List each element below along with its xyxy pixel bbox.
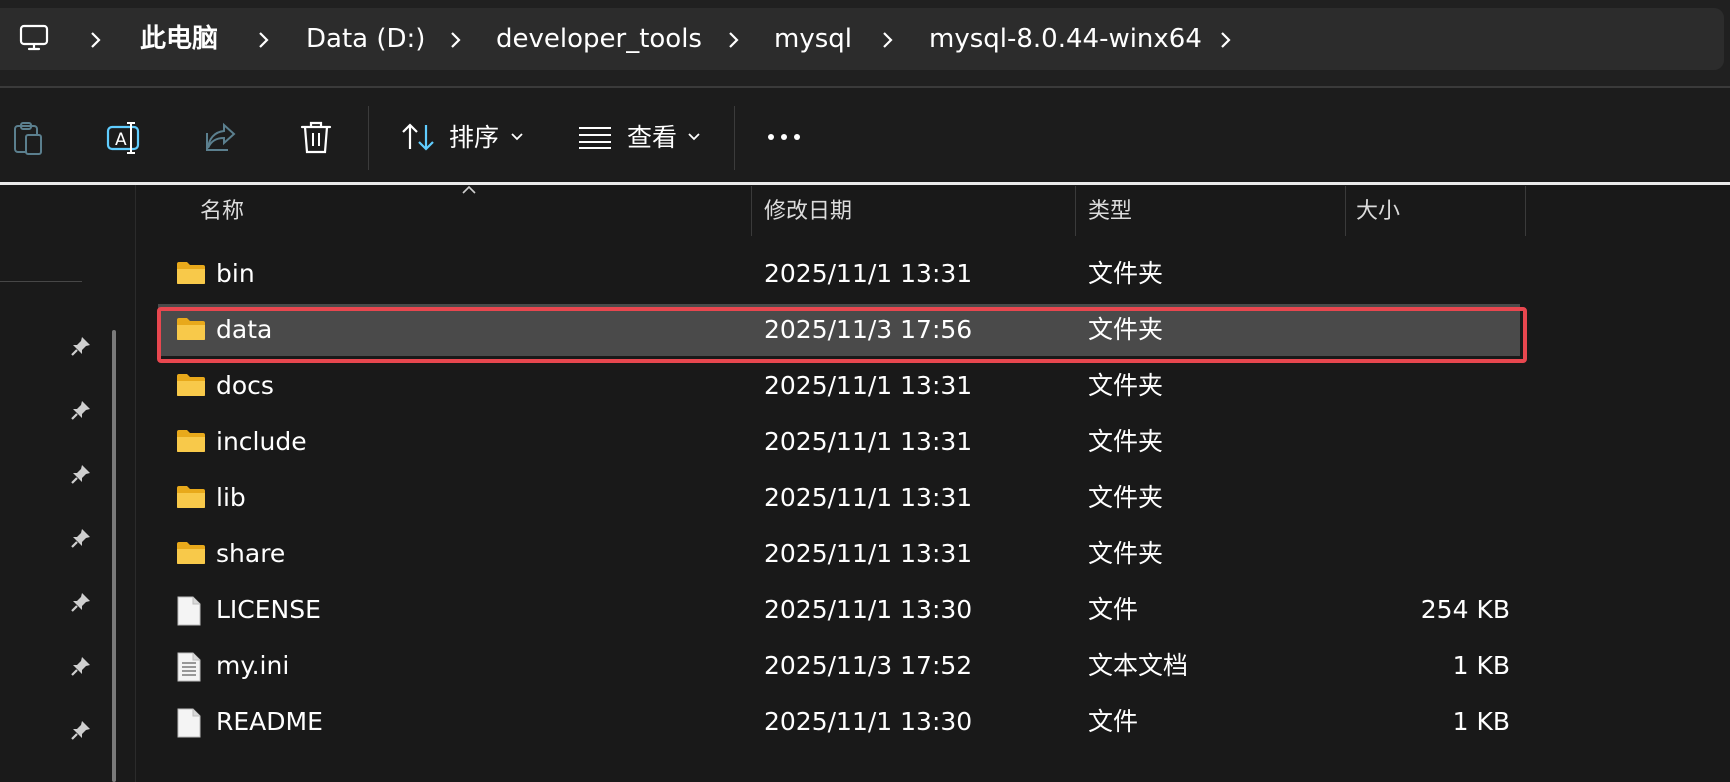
rename-icon[interactable]: A [106, 120, 142, 156]
file-icon [176, 596, 202, 626]
chevron-right-icon[interactable] [448, 30, 462, 50]
file-size: 254 KB [1420, 595, 1510, 624]
file-date-modified: 2025/11/3 17:56 [764, 315, 973, 344]
file-name: share [216, 539, 286, 568]
file-name: docs [216, 371, 274, 400]
file-date-modified: 2025/11/1 13:30 [764, 707, 973, 736]
breadcrumb-mysql[interactable]: mysql [774, 22, 852, 56]
toolbar-separator [734, 106, 735, 170]
breadcrumb-developer-tools[interactable]: developer_tools [496, 22, 702, 56]
text-file-icon [176, 652, 202, 682]
svg-text:A: A [115, 130, 127, 150]
file-row[interactable]: include 2025/11/1 13:31 文件夹 [158, 416, 1520, 468]
file-type: 文件夹 [1088, 315, 1164, 344]
column-resize-handle[interactable] [1525, 186, 1526, 236]
file-name: include [216, 427, 307, 456]
file-name: LICENSE [216, 595, 321, 624]
pin-icon[interactable] [70, 399, 92, 421]
pin-icon[interactable] [70, 463, 92, 485]
breadcrumb-this-pc[interactable]: 此电脑 [140, 22, 218, 56]
column-header-name[interactable]: 名称 [200, 197, 244, 227]
file-row[interactable]: LICENSE 2025/11/1 13:30 文件 254 KB [158, 584, 1520, 636]
file-date-modified: 2025/11/1 13:31 [764, 259, 973, 288]
file-row[interactable]: README 2025/11/1 13:30 文件 1 KB [158, 696, 1520, 748]
sort-button[interactable]: 排序 [449, 121, 499, 155]
file-row[interactable]: share 2025/11/1 13:31 文件夹 [158, 528, 1520, 580]
chevron-right-icon[interactable] [256, 30, 270, 50]
nav-divider [0, 281, 82, 282]
chevron-right-icon[interactable] [726, 30, 740, 50]
more-options-icon[interactable] [766, 131, 802, 143]
pin-icon[interactable] [70, 591, 92, 613]
file-row[interactable]: my.ini 2025/11/3 17:52 文本文档 1 KB [158, 640, 1520, 692]
file-type: 文件 [1088, 595, 1139, 624]
column-header-type[interactable]: 类型 [1088, 197, 1132, 227]
pin-icon[interactable] [70, 335, 92, 357]
paste-icon[interactable] [12, 120, 44, 156]
pin-icon[interactable] [70, 655, 92, 677]
breadcrumb-data-drive[interactable]: Data (D:) [306, 22, 425, 56]
column-header-date[interactable]: 修改日期 [764, 197, 852, 227]
chevron-down-icon[interactable] [510, 132, 524, 142]
chevron-right-icon[interactable] [88, 30, 102, 50]
file-name: bin [216, 259, 255, 288]
file-type: 文件夹 [1088, 259, 1164, 288]
folder-icon [176, 540, 206, 566]
sort-ascending-icon [461, 185, 477, 195]
file-type: 文件夹 [1088, 371, 1164, 400]
column-header-row: 名称 修改日期 类型 大小 [136, 185, 1730, 235]
file-size: 1 KB [1452, 707, 1510, 736]
folder-icon [176, 260, 206, 286]
pin-icon[interactable] [70, 719, 92, 741]
column-resize-handle[interactable] [1345, 186, 1346, 236]
view-icon[interactable] [578, 126, 612, 150]
column-resize-handle[interactable] [751, 186, 752, 236]
file-date-modified: 2025/11/1 13:31 [764, 539, 973, 568]
file-row[interactable]: lib 2025/11/1 13:31 文件夹 [158, 472, 1520, 524]
chevron-right-icon[interactable] [1218, 30, 1232, 50]
file-type: 文件 [1088, 707, 1139, 736]
command-bar [0, 88, 1730, 182]
file-name: data [216, 315, 273, 344]
file-row[interactable]: bin 2025/11/1 13:31 文件夹 [158, 248, 1520, 300]
delete-icon[interactable] [300, 120, 332, 156]
file-row[interactable]: docs 2025/11/1 13:31 文件夹 [158, 360, 1520, 412]
file-name: README [216, 707, 323, 736]
computer-icon[interactable] [18, 22, 50, 54]
file-date-modified: 2025/11/1 13:31 [764, 483, 973, 512]
pin-icon[interactable] [70, 527, 92, 549]
folder-icon [176, 428, 206, 454]
folder-icon [176, 316, 206, 342]
column-header-size[interactable]: 大小 [1356, 197, 1400, 227]
file-name: my.ini [216, 651, 290, 680]
file-date-modified: 2025/11/3 17:52 [764, 651, 973, 680]
file-type: 文本文档 [1088, 651, 1189, 680]
share-icon[interactable] [204, 121, 238, 153]
view-button[interactable]: 查看 [627, 121, 677, 155]
pane-divider[interactable] [135, 185, 136, 782]
file-type: 文件夹 [1088, 539, 1164, 568]
folder-icon [176, 484, 206, 510]
chevron-down-icon[interactable] [687, 132, 701, 142]
breadcrumb-mysql-version[interactable]: mysql-8.0.44-winx64 [929, 22, 1202, 56]
file-size: 1 KB [1452, 651, 1510, 680]
toolbar-separator [368, 106, 369, 170]
chevron-right-icon[interactable] [880, 30, 894, 50]
file-type: 文件夹 [1088, 483, 1164, 512]
folder-icon [176, 372, 206, 398]
file-date-modified: 2025/11/1 13:31 [764, 371, 973, 400]
nav-scrollbar[interactable] [112, 330, 116, 782]
file-date-modified: 2025/11/1 13:31 [764, 427, 973, 456]
file-icon [176, 708, 202, 738]
file-type: 文件夹 [1088, 427, 1164, 456]
file-row[interactable]: data 2025/11/3 17:56 文件夹 [158, 304, 1520, 356]
sort-icon[interactable] [400, 122, 436, 152]
file-name: lib [216, 483, 246, 512]
column-resize-handle[interactable] [1075, 186, 1076, 236]
file-date-modified: 2025/11/1 13:30 [764, 595, 973, 624]
